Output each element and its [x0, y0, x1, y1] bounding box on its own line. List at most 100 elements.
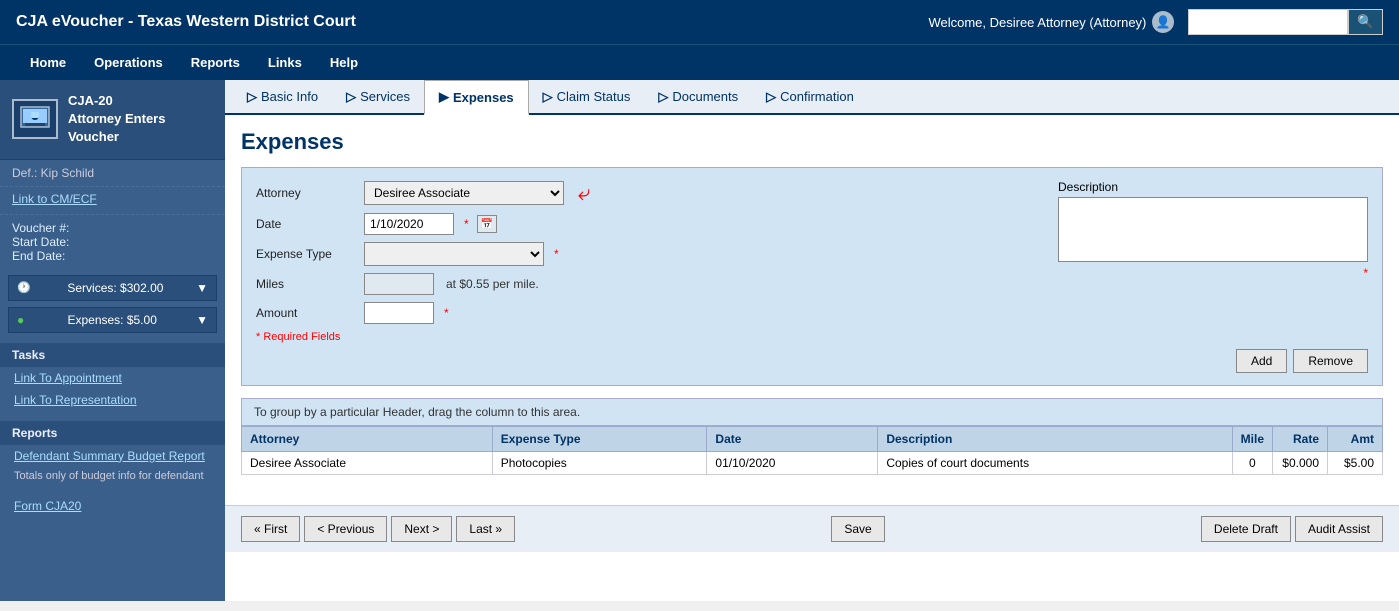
nav-operations[interactable]: Operations [80, 45, 177, 80]
add-button[interactable]: Add [1236, 349, 1287, 373]
col-attorney: Attorney [242, 427, 493, 452]
voucher-subtitle: Attorney Enters Voucher [68, 110, 213, 146]
report-note: Totals only of budget info for defendant [0, 467, 225, 485]
expenses-table-area: To group by a particular Header, drag th… [241, 398, 1383, 475]
remove-button[interactable]: Remove [1293, 349, 1368, 373]
form-right: Description * [1058, 180, 1368, 343]
expenses-amount-button[interactable]: Expenses: $5.00 ▼ [8, 307, 217, 333]
nav-home[interactable]: Home [16, 45, 80, 80]
tab-confirmation[interactable]: ▷ Confirmation [752, 81, 868, 113]
date-input[interactable] [364, 213, 454, 235]
cell-rate: $0.000 [1273, 452, 1328, 475]
form-buttons: Add Remove [256, 349, 1368, 373]
amount-label: Amount [256, 306, 356, 320]
audit-assist-button[interactable]: Audit Assist [1295, 516, 1383, 542]
nav-reports[interactable]: Reports [177, 45, 254, 80]
save-button[interactable]: Save [831, 516, 884, 542]
reports-title: Reports [0, 421, 225, 445]
miles-rate-text: at $0.55 per mile. [446, 277, 539, 291]
calendar-icon[interactable]: 📅 [477, 215, 497, 233]
avatar: 👤 [1152, 11, 1174, 33]
nav-bar: Home Operations Reports Links Help [0, 44, 1399, 80]
voucher-type: CJA-20 [68, 92, 213, 110]
attorney-label: Attorney [256, 186, 356, 200]
drag-hint: To group by a particular Header, drag th… [241, 398, 1383, 426]
footer-nav-right: Delete Draft Audit Assist [1201, 516, 1383, 542]
red-arrow-icon: ⤶ [578, 180, 590, 206]
link-to-representation[interactable]: Link To Representation [0, 389, 225, 411]
tab-claim-status[interactable]: ▷ Claim Status [529, 81, 645, 113]
sidebar-cmecf-link[interactable]: Link to CM/ECF [0, 187, 225, 210]
voucher-icon [12, 99, 58, 139]
cell-expense-type: Photocopies [492, 452, 707, 475]
form-left: Attorney Desiree Associate ⤶ Date * 📅 [256, 180, 1042, 343]
services-amount-button[interactable]: Services: $302.00 ▼ [8, 275, 217, 301]
link-to-appointment[interactable]: Link To Appointment [0, 367, 225, 389]
delete-draft-button[interactable]: Delete Draft [1201, 516, 1291, 542]
top-header: CJA eVoucher - Texas Western District Co… [0, 0, 1399, 44]
col-amt: Amt [1328, 427, 1383, 452]
tab-services[interactable]: ▷ Services [332, 81, 424, 113]
required-note: * Required Fields [256, 331, 1042, 343]
expense-type-label: Expense Type [256, 247, 356, 261]
sidebar-defendant: Def.: Kip Schild [0, 160, 225, 187]
amount-input[interactable] [364, 302, 434, 324]
search-input[interactable] [1188, 9, 1348, 35]
date-label: Date [256, 217, 356, 231]
nav-links[interactable]: Links [254, 45, 316, 80]
tab-documents[interactable]: ▷ Documents [644, 81, 752, 113]
breadcrumb-tabs: ▷ Basic Info ▷ Services ▶ Expenses ▷ Cla… [225, 80, 1399, 115]
footer-nav-left: « First < Previous Next > Last » [241, 516, 515, 542]
tab-basic-info[interactable]: ▷ Basic Info [233, 81, 332, 113]
attorney-select[interactable]: Desiree Associate [364, 181, 564, 205]
sidebar-tasks-section: Tasks Link To Appointment Link To Repres… [0, 343, 225, 411]
miles-input[interactable] [364, 273, 434, 295]
description-label: Description [1058, 180, 1368, 194]
col-expense-type: Expense Type [492, 427, 707, 452]
description-textarea[interactable] [1058, 197, 1368, 262]
tab-expenses[interactable]: ▶ Expenses [424, 80, 529, 115]
form-top-row: Attorney Desiree Associate ⤶ Date * 📅 [256, 180, 1368, 343]
miles-row: Miles at $0.55 per mile. [256, 273, 1042, 295]
search-button[interactable]: 🔍 [1348, 9, 1383, 35]
expense-type-select[interactable] [364, 242, 544, 266]
next-button[interactable]: Next > [391, 516, 452, 542]
sidebar: CJA-20 Attorney Enters Voucher Def.: Kip… [0, 80, 225, 601]
col-rate: Rate [1273, 427, 1328, 452]
expense-type-row: Expense Type * [256, 242, 1042, 266]
first-button[interactable]: « First [241, 516, 300, 542]
col-date: Date [707, 427, 878, 452]
table-header-row: Attorney Expense Type Date Description M… [242, 427, 1383, 452]
sidebar-voucher-title: CJA-20 Attorney Enters Voucher [68, 92, 213, 147]
miles-label: Miles [256, 277, 356, 291]
cell-mile: 0 [1232, 452, 1272, 475]
expenses-form: Attorney Desiree Associate ⤶ Date * 📅 [241, 167, 1383, 386]
app-title: CJA eVoucher - Texas Western District Co… [16, 13, 356, 31]
sidebar-reports-section: Reports Defendant Summary Budget Report … [0, 421, 225, 485]
last-button[interactable]: Last » [456, 516, 515, 542]
footer-nav-center: Save [831, 516, 884, 542]
user-info: Welcome, Desiree Attorney (Attorney) 👤 [928, 11, 1174, 33]
col-mile: Mile [1232, 427, 1272, 452]
welcome-text: Welcome, Desiree Attorney (Attorney) [928, 15, 1146, 30]
sidebar-header: CJA-20 Attorney Enters Voucher [0, 80, 225, 160]
sidebar-form-section: Form CJA20 [0, 495, 225, 517]
expenses-section: Expenses Attorney Desiree Associate ⤶ [225, 115, 1399, 489]
cell-description: Copies of court documents [878, 452, 1232, 475]
search-box: 🔍 [1188, 9, 1383, 35]
previous-button[interactable]: < Previous [304, 516, 387, 542]
nav-help[interactable]: Help [316, 45, 372, 80]
cell-date: 01/10/2020 [707, 452, 878, 475]
date-row: Date * 📅 [256, 213, 1042, 235]
table-row: Desiree Associate Photocopies 01/10/2020… [242, 452, 1383, 475]
attorney-row: Attorney Desiree Associate ⤶ [256, 180, 1042, 206]
tasks-title: Tasks [0, 343, 225, 367]
main-layout: CJA-20 Attorney Enters Voucher Def.: Kip… [0, 80, 1399, 601]
form-cja20-link[interactable]: Form CJA20 [0, 495, 225, 517]
amount-row: Amount * [256, 302, 1042, 324]
defendant-summary-report-link[interactable]: Defendant Summary Budget Report [0, 445, 225, 467]
cell-amt: $5.00 [1328, 452, 1383, 475]
content-area: ▷ Basic Info ▷ Services ▶ Expenses ▷ Cla… [225, 80, 1399, 601]
sidebar-voucher-info: Voucher #: Start Date: End Date: [0, 214, 225, 269]
expenses-title: Expenses [241, 129, 1383, 155]
